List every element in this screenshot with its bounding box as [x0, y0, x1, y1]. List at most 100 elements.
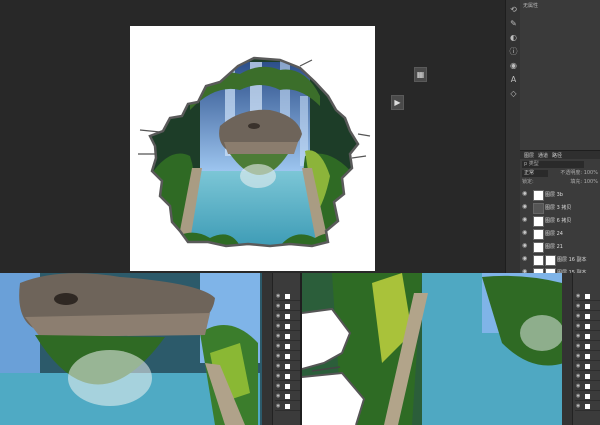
visibility-eye-icon[interactable]: ◉ — [576, 363, 580, 370]
visibility-eye-icon[interactable]: ◉ — [276, 323, 280, 330]
document-canvas[interactable] — [130, 26, 375, 271]
layer-row[interactable]: ◉ — [275, 403, 300, 411]
layer-row[interactable]: ◉ — [575, 393, 600, 401]
layer-thumbnail — [585, 334, 590, 339]
layer-thumbnail — [285, 394, 290, 399]
canvas-workspace[interactable]: ▦ ▶ — [0, 0, 505, 273]
visibility-eye-icon[interactable]: ◉ — [576, 323, 580, 330]
character-icon[interactable]: A — [508, 74, 519, 85]
visibility-eye-icon[interactable]: ◉ — [276, 393, 280, 400]
visibility-eye-icon[interactable]: ◉ — [276, 303, 280, 310]
layer-row[interactable]: ◉ 图层 3 拷贝 — [520, 201, 600, 215]
visibility-eye-icon[interactable]: ◉ — [576, 293, 580, 300]
layer-row[interactable]: ◉ — [275, 383, 300, 391]
visibility-eye-icon[interactable]: ◉ — [276, 363, 280, 370]
brush-preset-icon[interactable]: ✎ — [508, 18, 519, 29]
visibility-eye-icon[interactable]: ◉ — [576, 343, 580, 350]
layer-thumbnail — [285, 294, 290, 299]
layer-thumbnail — [285, 354, 290, 359]
visibility-eye-icon[interactable]: ◉ — [576, 353, 580, 360]
tab-paths[interactable]: 路径 — [552, 152, 562, 159]
layer-thumbnail — [585, 374, 590, 379]
layer-row[interactable]: ◉ — [575, 373, 600, 381]
layer-row[interactable]: ◉ — [575, 343, 600, 351]
visibility-eye-icon[interactable]: ◉ — [276, 383, 280, 390]
layer-row[interactable]: ◉ — [575, 383, 600, 391]
layer-row[interactable]: ◉ — [575, 303, 600, 311]
layer-row[interactable]: ◉ — [275, 303, 300, 311]
layer-thumbnail — [285, 344, 290, 349]
3d-icon[interactable]: ◇ — [508, 88, 519, 99]
info-icon[interactable]: ⓘ — [508, 46, 519, 57]
photoshop-main-window: ▦ ▶ ⟲ ✎ ◐ ⓘ ◉ A ◇ 无属性 图层 通道 路径 p 类型 正常 不… — [0, 0, 600, 280]
tab-layers[interactable]: 图层 — [524, 152, 534, 159]
visibility-eye-icon[interactable]: ◉ — [276, 343, 280, 350]
layer-row[interactable]: ◉ — [575, 323, 600, 331]
layer-thumbnail — [585, 344, 590, 349]
layer-row[interactable]: ◉ 图层 16 副本 — [520, 253, 600, 267]
composite-artwork — [138, 56, 371, 248]
visibility-eye-icon[interactable]: ◉ — [522, 243, 528, 249]
layer-filter-select[interactable]: p 类型 — [522, 161, 584, 168]
layer-row[interactable]: ◉ — [275, 343, 300, 351]
visibility-eye-icon[interactable]: ◉ — [576, 383, 580, 390]
visibility-eye-icon[interactable]: ◉ — [576, 393, 580, 400]
history-icon[interactable]: ⟲ — [508, 4, 519, 15]
layer-row[interactable]: ◉ — [275, 363, 300, 371]
floating-panel-button[interactable]: ▦ — [414, 67, 427, 82]
fill-field[interactable]: 填充: 100% — [554, 179, 598, 186]
layer-row[interactable]: ◉ — [275, 323, 300, 331]
visibility-eye-icon[interactable]: ◉ — [276, 353, 280, 360]
layer-row[interactable]: ◉ — [575, 313, 600, 321]
layer-thumbnail — [285, 364, 290, 369]
layer-row[interactable]: ◉ — [575, 293, 600, 301]
layer-row[interactable]: ◉ 图层 21 — [520, 240, 600, 254]
visibility-eye-icon[interactable]: ◉ — [522, 204, 528, 210]
color-icon[interactable]: ◉ — [508, 60, 519, 71]
layer-row[interactable]: ◉ — [575, 333, 600, 341]
layer-row[interactable]: ◉ — [275, 333, 300, 341]
tab-channels[interactable]: 通道 — [538, 152, 548, 159]
zoom-window-rock[interactable]: ◉ ◉ ◉ ◉ ◉ ◉ ◉ ◉ ◉ ◉ ◉ ◉ — [0, 273, 300, 425]
adjustments-icon[interactable]: ◐ — [508, 32, 519, 43]
layer-thumbnail — [285, 304, 290, 309]
layer-row[interactable]: ◉ — [275, 393, 300, 401]
properties-title: 无属性 — [523, 3, 539, 9]
visibility-eye-icon[interactable]: ◉ — [276, 403, 280, 410]
layer-row[interactable]: ◉ — [575, 363, 600, 371]
visibility-eye-icon[interactable]: ◉ — [522, 217, 528, 223]
layer-row[interactable]: ◉ 图层 6 拷贝 — [520, 214, 600, 228]
layer-row[interactable]: ◉ — [275, 373, 300, 381]
visibility-eye-icon[interactable]: ◉ — [276, 373, 280, 380]
layers-tab-bar: 图层 通道 路径 — [520, 151, 600, 159]
visibility-eye-icon[interactable]: ◉ — [576, 403, 580, 410]
visibility-eye-icon[interactable]: ◉ — [522, 256, 528, 262]
visibility-eye-icon[interactable]: ◉ — [276, 333, 280, 340]
layer-row[interactable]: ◉ — [275, 353, 300, 361]
visibility-eye-icon[interactable]: ◉ — [522, 191, 528, 197]
visibility-eye-icon[interactable]: ◉ — [576, 303, 580, 310]
visibility-eye-icon[interactable]: ◉ — [276, 293, 280, 300]
layers-panel: 图层 通道 路径 p 类型 正常 不透明度: 100% 锁定: 填充: 100%… — [520, 150, 600, 280]
visibility-eye-icon[interactable]: ◉ — [276, 313, 280, 320]
visibility-eye-icon[interactable]: ◉ — [576, 373, 580, 380]
layer-thumbnail — [533, 190, 544, 201]
layer-row[interactable]: ◉ — [275, 313, 300, 321]
layer-row[interactable]: ◉ — [275, 293, 300, 301]
layer-thumbnail — [285, 314, 290, 319]
layer-row[interactable]: ◉ 图层 24 — [520, 227, 600, 241]
zoom-window-edge[interactable]: ◉ ◉ ◉ ◉ ◉ ◉ ◉ ◉ ◉ ◉ ◉ ◉ — [302, 273, 600, 425]
visibility-eye-icon[interactable]: ◉ — [576, 313, 580, 320]
zoom-artwork-rock — [0, 273, 300, 425]
play-action-button[interactable]: ▶ — [391, 95, 404, 110]
layer-row[interactable]: ◉ 图层 3b — [520, 188, 600, 202]
layer-mask-thumbnail[interactable] — [545, 255, 556, 266]
layer-thumbnail — [285, 404, 290, 409]
visibility-eye-icon[interactable]: ◉ — [522, 230, 528, 236]
visibility-eye-icon[interactable]: ◉ — [576, 333, 580, 340]
opacity-field[interactable]: 不透明度: 100% — [554, 170, 598, 177]
layer-row[interactable]: ◉ — [575, 353, 600, 361]
blend-mode-select[interactable]: 正常 — [522, 170, 548, 177]
layer-thumbnail — [533, 216, 544, 227]
layer-row[interactable]: ◉ — [575, 403, 600, 411]
